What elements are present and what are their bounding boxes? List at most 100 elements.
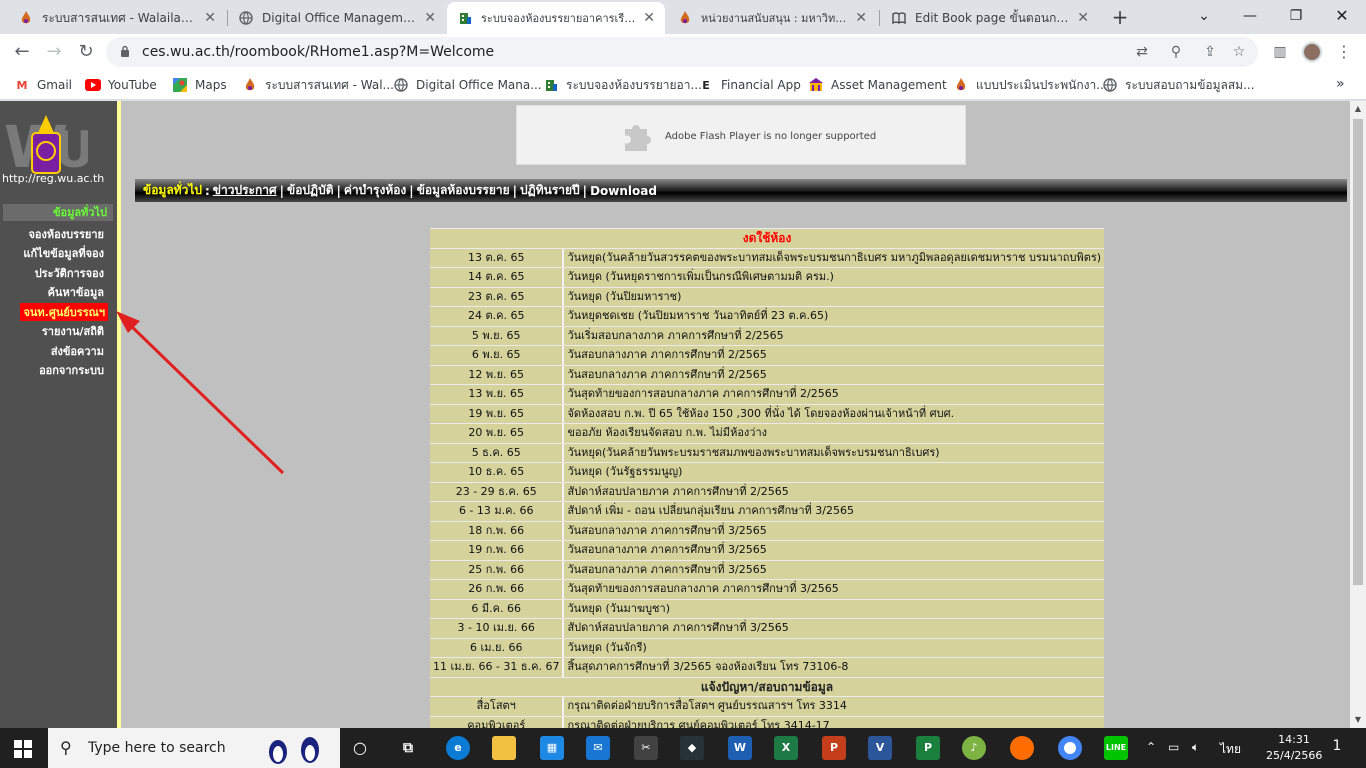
edge-icon[interactable]: e (446, 736, 470, 760)
tab-wu-info[interactable]: ระบบสารสนเทศ - Walailak Univ ✕ (8, 2, 226, 34)
nav-library-staff[interactable]: จนท.ศูนย์บรรณฯ (20, 303, 108, 321)
visio-icon[interactable]: V (868, 736, 892, 760)
music-app-icon[interactable]: ♪ (962, 736, 986, 760)
file-explorer-icon[interactable] (492, 736, 516, 760)
table-row: 6 มี.ค. 66 วันหยุด (วันมาฆบูชา) (430, 599, 1105, 618)
tab-search-chevron-icon[interactable]: ⌄ (1192, 4, 1216, 28)
task-view-icon[interactable]: ⧉ (396, 736, 420, 760)
nav-book-room[interactable]: จองห้องบรรยาย (28, 225, 104, 243)
line-icon[interactable]: LINE (1104, 736, 1128, 760)
nav-search[interactable]: ค้นหาข้อมูล (48, 283, 104, 301)
bookmark-youtube[interactable]: YouTube (85, 76, 157, 94)
scroll-up-icon[interactable]: ▲ (1350, 101, 1366, 117)
back-icon[interactable]: ← (10, 40, 34, 64)
bookmark-gmail[interactable]: M Gmail (14, 76, 73, 94)
url-text: ces.wu.ac.th/roombook/RHome1.asp?M=Welco… (142, 44, 495, 60)
flash-message: Adobe Flash Player is no longer supporte… (665, 131, 877, 142)
close-tab-icon[interactable]: ✕ (1077, 10, 1089, 26)
tab-roombook[interactable]: ระบบจองห้องบรรยายอาคารเรียนรว ✕ (447, 2, 665, 34)
tab-support-unit[interactable]: หน่วยงานสนับสนุน : มหาวิทยาลัย ✕ (667, 2, 877, 34)
row-date: 23 - 29 ธ.ค. 65 (430, 482, 565, 501)
network-icon[interactable]: ▭ (1168, 740, 1179, 754)
menu-room-fee[interactable]: ค่าบำรุงห้อง (344, 181, 406, 200)
table-row: สื่อโสตฯ กรุณาติดต่อฝ่ายบริการสื่อโสตฯ ศู… (430, 697, 1105, 716)
row-date: 13 ต.ค. 65 (430, 248, 565, 267)
contact-header: แจ้งปัญหา/สอบถามข้อมูล (430, 677, 1105, 696)
share-icon[interactable]: ⇪ (1201, 43, 1219, 61)
app-diamond-icon[interactable]: ◆ (680, 736, 704, 760)
youtube-icon (85, 77, 101, 93)
page-scrollbar[interactable]: ▲ ▼ (1350, 101, 1366, 728)
side-panel-icon[interactable]: ▥ (1270, 42, 1290, 62)
tab-edit-book[interactable]: Edit Book page ขั้นตอนการปฏิ ✕ (881, 2, 1099, 34)
nav-send-message[interactable]: ส่งข้อความ (51, 342, 104, 360)
chrome-icon[interactable] (1058, 736, 1082, 760)
bookmark-roombook[interactable]: ระบบจองห้องบรรยายอา... (543, 76, 702, 94)
profile-avatar[interactable] (1302, 42, 1322, 62)
bookmark-maps[interactable]: Maps (172, 76, 227, 94)
menu-dots-icon[interactable]: ⋮ (1334, 42, 1354, 62)
close-window-icon[interactable]: ✕ (1330, 4, 1354, 28)
bookmark-financial-app[interactable]: E Financial App (698, 76, 801, 94)
scroll-thumb[interactable] (1353, 119, 1363, 585)
close-tab-icon[interactable]: ✕ (424, 10, 436, 26)
close-tab-icon[interactable]: ✕ (855, 10, 867, 26)
language-indicator[interactable]: ไทย (1220, 740, 1241, 759)
bookmark-wu-info[interactable]: ระบบสารสนเทศ - Wal... (242, 76, 394, 94)
tab-label: Digital Office Management S (262, 11, 419, 25)
bookmark-star-icon[interactable]: ☆ (1230, 43, 1248, 61)
row-description: วันหยุด (วันปิยมหาราช) (564, 287, 1105, 306)
restore-icon[interactable]: ❐ (1284, 4, 1308, 28)
project-icon[interactable]: P (916, 736, 940, 760)
address-bar[interactable]: ces.wu.ac.th/roombook/RHome1.asp?M=Welco… (106, 37, 1258, 67)
reload-icon[interactable]: ↻ (74, 40, 98, 64)
closed-header: งดใช้ห้อง (430, 229, 1105, 248)
lock-icon (121, 45, 129, 57)
menu-download[interactable]: Download (590, 184, 657, 198)
translate-icon[interactable]: ⇄ (1133, 43, 1151, 61)
menu-news[interactable]: ข่าวประกาศ (213, 181, 277, 200)
row-date: 6 พ.ย. 65 (430, 346, 565, 365)
cortana-icon[interactable]: ○ (348, 736, 372, 760)
row-date: 3 - 10 เม.ย. 66 (430, 619, 565, 638)
bookmark-inquiry[interactable]: ระบบสอบถามข้อมูลสม... (1102, 76, 1255, 94)
snipping-tool-icon[interactable]: ✂ (634, 736, 658, 760)
bookmark-evaluation[interactable]: แบบประเมินประพนักงา... (953, 76, 1108, 94)
close-tab-icon[interactable]: ✕ (643, 10, 655, 26)
more-bookmarks-icon[interactable]: » (1336, 76, 1345, 92)
nav-booking-history[interactable]: ประวัติการจอง (35, 264, 104, 282)
forward-icon[interactable]: → (42, 40, 66, 64)
bookmark-digital-office[interactable]: Digital Office Mana... (393, 76, 542, 94)
menu-room-info[interactable]: ข้อมูลห้องบรรยาย (417, 181, 510, 200)
volume-icon[interactable]: 🔈︎ (1192, 740, 1199, 755)
firefox-icon[interactable] (1010, 736, 1034, 760)
excel-icon[interactable]: X (774, 736, 798, 760)
menu-separator: | (409, 183, 414, 198)
word-icon[interactable]: W (728, 736, 752, 760)
new-tab-icon[interactable]: + (1108, 5, 1132, 29)
tab-digital-office[interactable]: Digital Office Management S ✕ (228, 2, 446, 34)
tray-chevron-icon[interactable]: ⌃ (1146, 740, 1156, 754)
taskbar-clock[interactable]: 14:31 25/4/2566 (1266, 732, 1322, 764)
close-tab-icon[interactable]: ✕ (204, 10, 216, 26)
windows-start-icon[interactable] (14, 740, 32, 758)
minimize-icon[interactable]: — (1238, 4, 1262, 28)
nav-reports[interactable]: รายงาน/สถิติ (42, 322, 104, 340)
mail-icon[interactable]: ✉ (586, 736, 610, 760)
notification-center-icon[interactable]: 1 (1326, 738, 1348, 758)
powerpoint-icon[interactable]: P (822, 736, 846, 760)
menu-calendar[interactable]: ปฏิทินรายปี (520, 181, 580, 200)
closure-table: งดใช้ห้อง 13 ต.ค. 65 วันหยุด(วันคล้ายวันส… (430, 228, 1105, 728)
scroll-down-icon[interactable]: ▼ (1350, 712, 1366, 728)
menu-rules[interactable]: ข้อปฏิบัติ (287, 181, 334, 200)
nav-heading[interactable]: ข้อมูลทั่วไป (3, 204, 113, 221)
globe-icon (1102, 77, 1118, 93)
microsoft-store-icon[interactable]: ▦ (540, 736, 564, 760)
zoom-icon[interactable]: ⚲ (1167, 43, 1185, 61)
table-row: 10 ธ.ค. 65 วันหยุด (วันรัฐธรรมนูญ) (430, 463, 1105, 482)
nav-logout[interactable]: ออกจากระบบ (39, 361, 104, 379)
bookmark-asset-management[interactable]: Asset Management (808, 76, 947, 94)
nav-edit-booking[interactable]: แก้ไขข้อมูลที่จอง (23, 244, 104, 262)
tab-strip: ระบบสารสนเทศ - Walailak Univ ✕ Digital O… (0, 0, 1366, 34)
taskbar-search[interactable]: ⚲ Type here to search (48, 728, 340, 768)
